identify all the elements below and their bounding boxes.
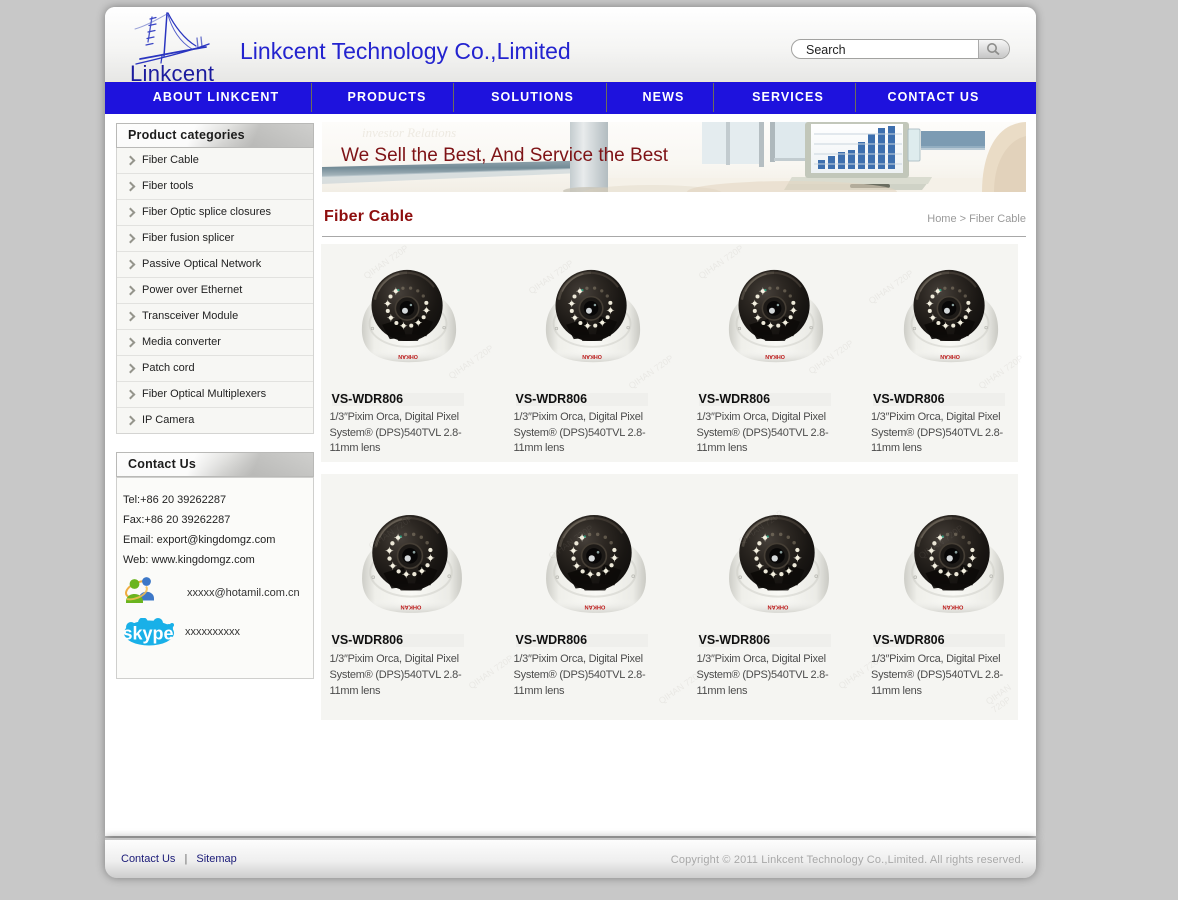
- svg-text:skype: skype: [123, 624, 174, 644]
- svg-text:investor Relations: investor Relations: [362, 125, 456, 140]
